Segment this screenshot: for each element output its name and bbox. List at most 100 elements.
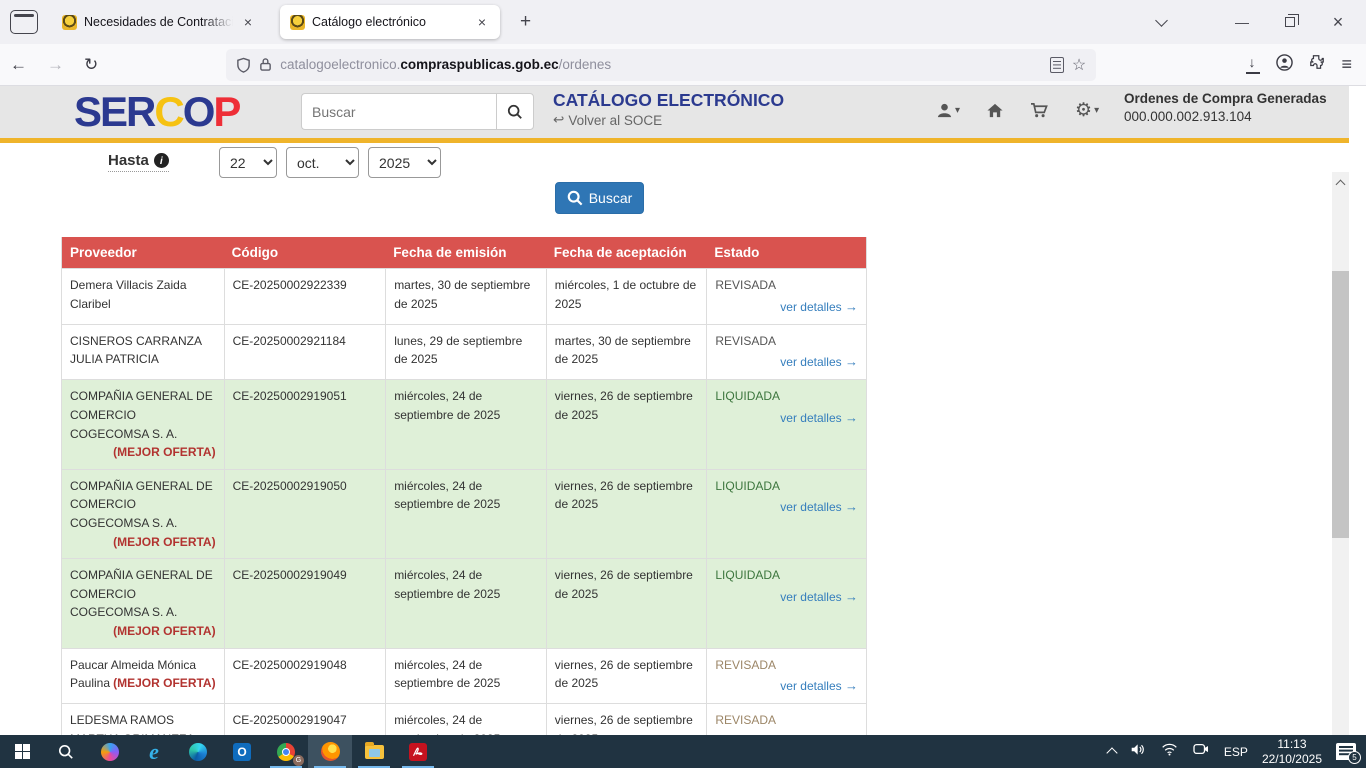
ver-detalles-link[interactable]: ver detalles → — [715, 352, 858, 372]
downloads-icon[interactable] — [1246, 58, 1260, 72]
site-header: SERCOP CATÁLOGO ELECTRÓNICO ↩Volver al S… — [0, 86, 1349, 138]
ver-detalles-link[interactable]: ver detalles → — [715, 408, 858, 428]
window-restore-button[interactable] — [1270, 6, 1310, 38]
outlook-icon[interactable]: O — [220, 735, 264, 768]
status-badge: REVISADA — [715, 332, 858, 351]
info-icon[interactable]: i — [154, 153, 169, 168]
volver-al-soce-link[interactable]: ↩Volver al SOCE — [553, 112, 662, 128]
tab-necesidades[interactable]: Necesidades de Contratación y × — [52, 5, 266, 39]
wifi-icon[interactable] — [1161, 742, 1178, 761]
taskbar-search-icon[interactable] — [44, 735, 88, 768]
page-title: CATÁLOGO ELECTRÓNICO — [553, 90, 784, 111]
proveedor-cell: CISNEROS CARRANZA JULIA PATRICIA — [62, 325, 224, 380]
proveedor-cell: COMPAÑIA GENERAL DE COMERCIO COGECOMSA S… — [62, 559, 224, 647]
user-menu-icon[interactable]: ▾ — [936, 102, 960, 119]
estado-cell: LIQUIDADA ver detalles → — [706, 559, 866, 647]
ver-detalles-link[interactable]: ver detalles → — [715, 676, 858, 696]
estado-cell: LIQUIDADAver detalles → — [706, 470, 866, 558]
proveedor-cell: COMPAÑIA GENERAL DE COMERCIO COGECOMSA S… — [62, 380, 224, 468]
extensions-puzzle-icon[interactable] — [1309, 54, 1325, 75]
status-badge: REVISADA — [715, 656, 858, 675]
list-all-tabs-icon[interactable] — [1144, 7, 1178, 37]
language-indicator[interactable]: ESP — [1224, 745, 1248, 759]
settings-gear-icon[interactable]: ⚙▾ — [1075, 99, 1099, 122]
window-minimize-button[interactable]: — — [1222, 6, 1262, 38]
proveedor-cell: Demera Villacis Zaida Claribel — [62, 269, 224, 324]
window-close-button[interactable]: × — [1318, 6, 1358, 38]
buscar-button[interactable]: Buscar — [555, 182, 644, 214]
tray-expand-icon[interactable] — [1106, 747, 1117, 758]
reload-button[interactable]: ↻ — [74, 51, 108, 79]
ver-detalles-link[interactable]: ver detalles → — [715, 587, 858, 607]
account-icon[interactable] — [1276, 54, 1293, 76]
header-search-input[interactable] — [301, 93, 496, 130]
chrome-icon[interactable]: G — [264, 735, 308, 768]
edge-icon[interactable] — [176, 735, 220, 768]
start-button[interactable] — [0, 735, 44, 768]
column-header: Fecha de aceptación — [546, 237, 707, 268]
status-badge: LIQUIDADA — [715, 477, 858, 496]
fecha-emision-cell: miércoles, 24 de septiembre de 2025 — [385, 380, 546, 468]
clock[interactable]: 11:1322/10/2025 — [1262, 737, 1322, 767]
shield-icon[interactable] — [236, 57, 251, 73]
fecha-emision-cell: martes, 30 de septiembre de 2025 — [385, 269, 546, 324]
table-row: Paucar Almeida Mónica Paulina(MEJOR OFER… — [62, 648, 866, 704]
firefox-view-icon[interactable] — [10, 10, 38, 34]
lock-icon[interactable] — [259, 57, 272, 72]
internet-explorer-icon[interactable]: e — [132, 735, 176, 768]
header-search-button[interactable] — [496, 93, 534, 130]
cart-icon[interactable] — [1030, 102, 1049, 119]
hasta-label: Hasta i — [108, 152, 169, 172]
status-badge: LIQUIDADA — [715, 566, 858, 585]
page-scrollbar[interactable] — [1332, 172, 1349, 768]
orders-generated-info: Ordenes de Compra Generadas 000.000.002.… — [1124, 91, 1339, 124]
acrobat-icon[interactable] — [396, 735, 440, 768]
scroll-up-arrow[interactable] — [1332, 174, 1349, 191]
notification-center-icon[interactable]: 5 — [1336, 743, 1356, 760]
tab-catalogo-electronico[interactable]: Catálogo electrónico × — [280, 5, 500, 39]
orders-table-header: ProveedorCódigoFecha de emisiónFecha de … — [62, 237, 866, 268]
fecha-emision-cell: miércoles, 24 de septiembre de 2025 — [385, 559, 546, 647]
sercop-logo[interactable]: SERCOP — [74, 88, 239, 136]
site-favicon — [290, 15, 305, 30]
fecha-emision-cell: miércoles, 24 de septiembre de 2025 — [385, 470, 546, 558]
fecha-aceptacion-cell: viernes, 26 de septiembre de 2025 — [546, 649, 707, 704]
day-select[interactable]: 22 — [219, 147, 277, 178]
windows-taskbar: e O G ESP 11:1322/10/2025 5 — [0, 735, 1366, 768]
mejor-oferta-tag: (MEJOR OFERTA) — [113, 443, 215, 462]
ver-detalles-link[interactable]: ver detalles → — [715, 497, 858, 517]
table-row: COMPAÑIA GENERAL DE COMERCIO COGECOMSA S… — [62, 379, 866, 468]
reader-view-icon[interactable] — [1050, 57, 1064, 73]
fecha-emision-cell: miércoles, 24 de septiembre de 2025 — [385, 649, 546, 704]
copilot-icon[interactable] — [88, 735, 132, 768]
fecha-aceptacion-cell: miércoles, 1 de octubre de 2025 — [546, 269, 707, 324]
ver-detalles-link[interactable]: ver detalles → — [715, 297, 858, 317]
forward-button[interactable]: → — [37, 51, 74, 79]
bookmark-star-icon[interactable]: ☆ — [1072, 55, 1086, 75]
year-select[interactable]: 2025 — [368, 147, 441, 178]
tab-title: Catálogo electrónico — [312, 15, 467, 29]
mejor-oferta-tag: (MEJOR OFERTA) — [113, 674, 215, 693]
page-viewport: SERCOP CATÁLOGO ELECTRÓNICO ↩Volver al S… — [0, 86, 1349, 768]
new-tab-button[interactable]: + — [512, 11, 539, 33]
firefox-icon[interactable] — [308, 735, 352, 768]
column-header: Estado — [706, 237, 866, 268]
menu-hamburger-icon[interactable]: ≡ — [1341, 54, 1352, 75]
back-button[interactable]: ← — [0, 51, 37, 79]
volume-icon[interactable] — [1130, 742, 1147, 762]
home-icon[interactable] — [986, 102, 1004, 119]
month-select[interactable]: oct. — [286, 147, 359, 178]
browser-tab-bar: Necesidades de Contratación y × Catálogo… — [0, 0, 1366, 44]
mejor-oferta-tag: (MEJOR OFERTA) — [113, 622, 215, 641]
codigo-cell: CE-20250002919051 — [224, 380, 386, 468]
estado-cell: REVISADAver detalles → — [706, 649, 866, 704]
tab-close-icon[interactable]: × — [240, 13, 256, 31]
file-explorer-icon[interactable] — [352, 735, 396, 768]
column-header: Proveedor — [62, 237, 224, 268]
notification-badge: 5 — [1348, 751, 1361, 764]
scrollbar-thumb[interactable] — [1332, 271, 1349, 538]
tab-close-icon[interactable]: × — [474, 13, 490, 31]
fecha-emision-cell: lunes, 29 de septiembre de 2025 — [385, 325, 546, 380]
address-bar[interactable]: catalogoelectronico.compraspublicas.gob.… — [226, 49, 1096, 81]
meet-now-icon[interactable] — [1192, 742, 1210, 761]
